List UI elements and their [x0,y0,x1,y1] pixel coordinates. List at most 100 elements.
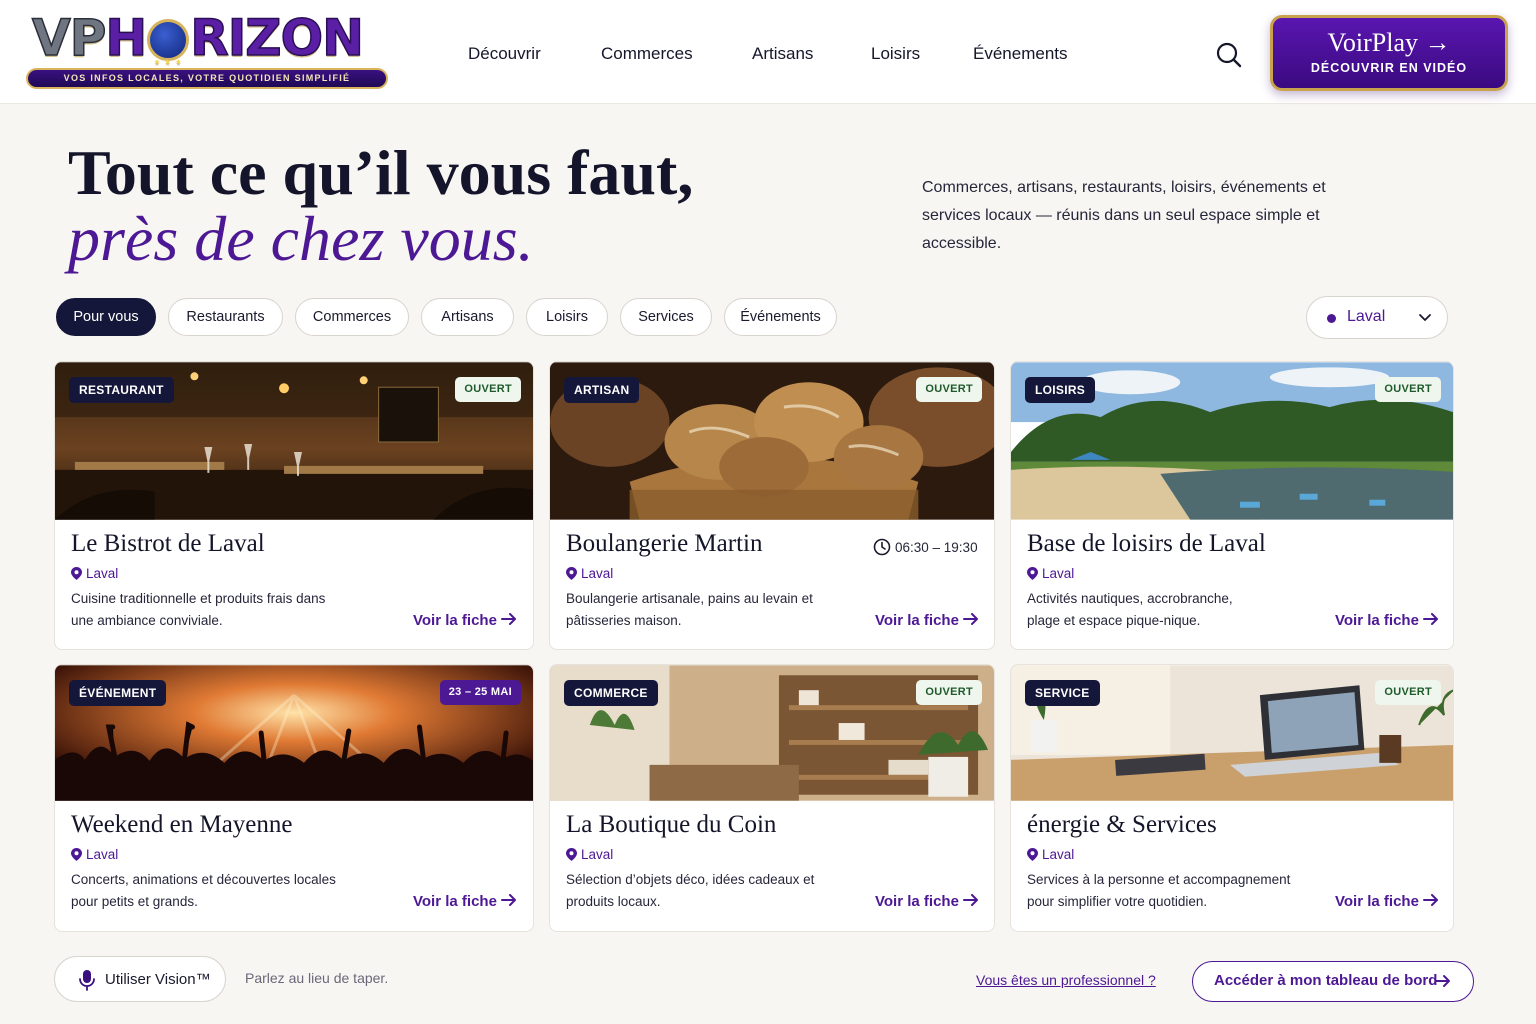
card-location-label: Laval [1042,847,1075,862]
card-location: Laval [71,566,118,581]
nav-decouvrir[interactable]: Découvrir [468,44,541,64]
card-evenement[interactable]: ÉVÉNEMENT 23 – 25 MAI Weekend en Mayenne… [54,664,534,932]
logo-tagline: VOS INFOS LOCALES, VOTRE QUOTIDIEN SIMPL… [26,68,388,89]
map-pin-icon [71,848,82,861]
nav-commerces[interactable]: Commerces [601,44,693,64]
city-selector[interactable]: Laval [1306,296,1448,339]
opening-hours-label: 06:30 – 19:30 [895,540,978,555]
map-pin-icon [1027,848,1038,861]
search-icon [1216,42,1242,68]
card-title: Weekend en Mayenne [71,811,293,838]
vphorizon-logo[interactable]: VPHRIZON VOS INFOS LOCALES, VOTRE QUOTID… [26,9,388,90]
nav-artisans[interactable]: Artisans [752,44,813,64]
event-date-badge: 23 – 25 MAI [439,680,521,705]
status-badge: OUVERT [1375,680,1441,705]
status-badge: OUVERT [916,377,982,402]
card-description: Cuisine traditionnelle et produits frais… [71,591,326,628]
card-title: énergie & Services [1027,811,1217,838]
voirplay-button[interactable]: VoirPlay → DÉCOUVRIR EN VIDÉO [1270,15,1508,91]
arrow-right-icon [501,894,517,906]
card-link[interactable]: Voir la fiche [413,612,517,629]
card-service[interactable]: SERVICE OUVERT énergie & Services Laval … [1010,664,1454,932]
clock-icon [873,538,891,556]
card-commerce[interactable]: COMMERCE OUVERT La Boutique du Coin Lava… [549,664,995,932]
card-description: Services à la personne et accompagnement… [1027,872,1291,909]
filter-restaurants[interactable]: Restaurants [168,298,283,336]
filter-pour-vous[interactable]: Pour vous [56,298,156,336]
dashboard-button[interactable]: Accéder à mon tableau de bord [1192,961,1474,1002]
professional-link[interactable]: Vous êtes un professionnel ? [976,972,1156,988]
card-loisirs[interactable]: LOISIRS OUVERT Base de loisirs de Laval … [1010,361,1454,650]
arrow-right-icon [963,613,979,625]
card-location-label: Laval [581,566,614,581]
map-pin-icon [1027,567,1038,580]
vision-hint: Parlez au lieu de taper. [245,970,389,986]
map-pin-icon [566,567,577,580]
voirplay-title: VoirPlay → [1327,28,1451,57]
vision-button-label: Utiliser Vision™ [105,971,211,988]
card-link[interactable]: Voir la fiche [875,612,979,629]
arrow-right-icon [501,613,517,625]
site-header: VPHRIZON VOS INFOS LOCALES, VOTRE QUOTID… [0,0,1536,104]
nav-evenements[interactable]: Événements [973,44,1068,64]
card-link[interactable]: Voir la fiche [875,893,979,910]
card-location: Laval [1027,847,1074,862]
card-title: Base de loisirs de Laval [1027,530,1266,557]
category-tag: RESTAURANT [69,377,174,403]
filter-loisirs[interactable]: Loisirs [526,298,608,336]
card-description: Sélection d’objets déco, idées cadeaux e… [566,872,815,909]
opening-hours: 06:30 – 19:30 [873,538,978,556]
card-link-label: Voir la fiche [1335,893,1419,910]
card-link[interactable]: Voir la fiche [1335,893,1439,910]
card-title: Le Bistrot de Laval [71,530,265,557]
category-tag: ARTISAN [564,377,640,403]
status-badge: OUVERT [916,680,982,705]
filter-artisans[interactable]: Artisans [421,298,514,336]
nav-loisirs[interactable]: Loisirs [871,44,920,64]
search-button[interactable] [1212,38,1246,72]
hero-description: Commerces, artisans, restaurants, loisir… [922,179,1326,252]
card-link-label: Voir la fiche [1335,612,1419,629]
filter-services[interactable]: Services [620,298,712,336]
card-link-label: Voir la fiche [875,893,959,910]
card-location-label: Laval [86,847,119,862]
microphone-icon [79,970,95,991]
category-tag: LOISIRS [1025,377,1096,403]
chevron-down-icon [1419,314,1431,321]
location-dot-icon [1327,314,1336,323]
arrow-right-icon [1423,613,1439,625]
city-selector-label: Laval [1347,308,1386,325]
map-pin-icon [566,848,577,861]
card-restaurant[interactable]: RESTAURANT OUVERT Le Bistrot de Laval La… [54,361,534,650]
card-link-label: Voir la fiche [413,612,497,629]
map-pin-icon [71,567,82,580]
category-tag: SERVICE [1025,680,1100,706]
eu-stars-icon [147,19,190,90]
card-artisan[interactable]: ARTISAN OUVERT Boulangerie Martin 06:30 … [549,361,995,650]
category-tag: ÉVÉNEMENT [69,680,167,706]
vision-voice-button[interactable]: Utiliser Vision™ [54,956,226,1002]
card-location-label: Laval [86,566,119,581]
card-location: Laval [71,847,118,862]
arrow-right-icon [1423,894,1439,906]
card-link-label: Voir la fiche [875,612,959,629]
status-badge: OUVERT [1375,377,1441,402]
category-tag: COMMERCE [564,680,658,706]
card-link[interactable]: Voir la fiche [1335,612,1439,629]
logo-wordmark: VPHRIZON [31,9,364,90]
card-description: Concerts, animations et découvertes loca… [71,872,336,909]
filter-evenements[interactable]: Événements [724,298,837,336]
card-link[interactable]: Voir la fiche [413,893,517,910]
card-link-label: Voir la fiche [413,893,497,910]
dashboard-button-label: Accéder à mon tableau de bord [1214,972,1438,989]
filter-commerces[interactable]: Commerces [295,298,409,336]
card-location: Laval [566,847,613,862]
hero-title: Tout ce qu’il vous faut, [68,137,694,208]
card-description: Activités nautiques, accrobranche, plage… [1027,591,1233,628]
card-location: Laval [1027,566,1074,581]
card-location: Laval [566,566,613,581]
card-description: Boulangerie artisanale, pains au levain … [566,591,813,628]
arrow-right-icon [1435,975,1450,987]
voirplay-subtitle: DÉCOUVRIR EN VIDÉO [1310,61,1468,75]
card-title: Boulangerie Martin [566,530,763,557]
